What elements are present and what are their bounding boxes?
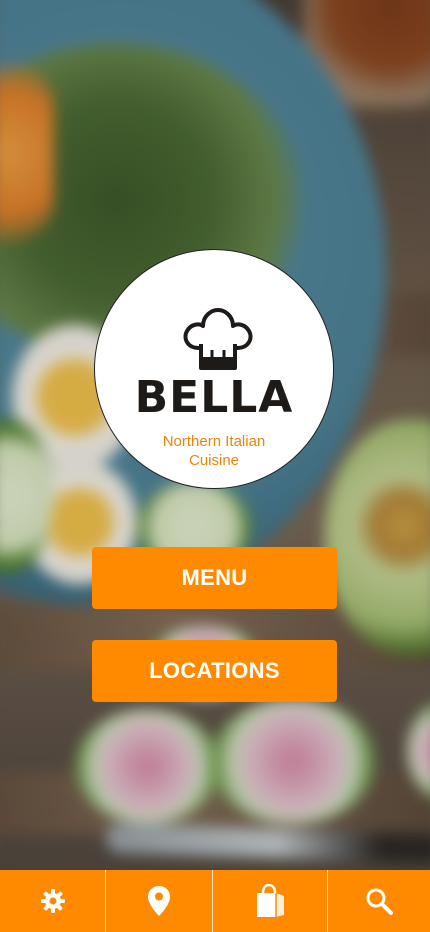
tagline-line-1: Northern Italian	[162, 433, 266, 450]
search-icon	[365, 887, 393, 915]
brand-logo: BELLA Northern Italian Cuisine	[94, 249, 334, 489]
map-pin-icon	[147, 885, 171, 917]
shopping-bag-icon	[254, 884, 286, 918]
tab-order[interactable]	[211, 870, 327, 932]
tagline-line-2: Cuisine	[188, 452, 240, 469]
tab-search[interactable]	[326, 870, 430, 932]
brand-tagline: Northern Italian Cuisine	[95, 432, 333, 470]
gear-icon	[40, 888, 66, 914]
chef-hat-icon	[181, 308, 255, 372]
locations-button[interactable]: LOCATIONS	[92, 640, 337, 702]
tab-settings[interactable]	[0, 870, 105, 932]
bottom-tab-bar	[0, 870, 430, 932]
brand-name: BELLA	[134, 372, 294, 423]
menu-button[interactable]: MENU	[92, 547, 337, 609]
tab-locations[interactable]	[105, 870, 211, 932]
home-screen: BELLA Northern Italian Cuisine MENU LOCA…	[0, 0, 430, 932]
